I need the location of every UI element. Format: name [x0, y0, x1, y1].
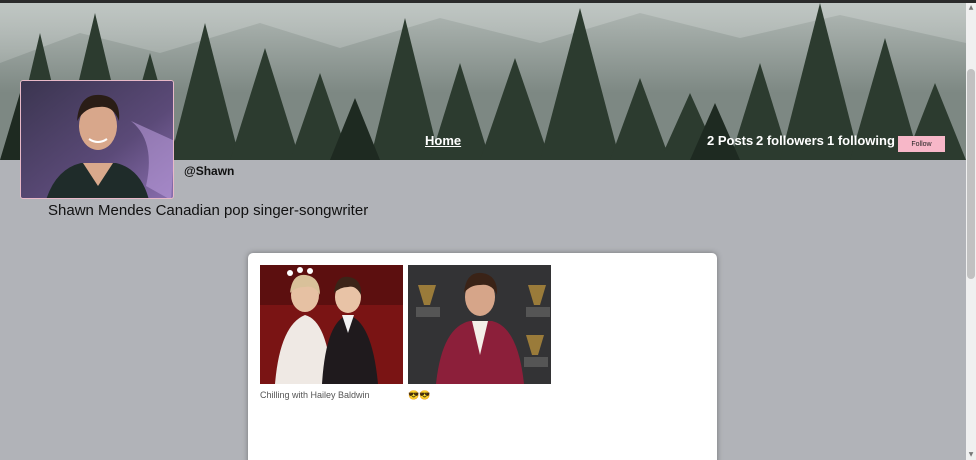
followers-count[interactable]: 2 followers: [756, 133, 824, 148]
following-count[interactable]: 1 following: [827, 133, 895, 148]
nav-home-link[interactable]: Home: [425, 133, 461, 148]
page-scrollbar[interactable]: ▲ ▼: [966, 3, 976, 460]
profile-avatar: [20, 80, 174, 199]
profile-page: Home 2 Posts 2 followers 1 following Fol…: [0, 0, 976, 460]
scrollbar-thumb[interactable]: [967, 69, 975, 279]
post-item[interactable]: Chilling with Hailey Baldwin: [260, 265, 403, 400]
post-image[interactable]: [408, 265, 551, 384]
posts-card: Chilling with Hailey Baldwin 😎😎: [248, 253, 717, 460]
post-item[interactable]: 😎😎: [408, 265, 551, 401]
post-caption: 😎😎: [408, 390, 431, 400]
post-image[interactable]: [260, 265, 403, 384]
profile-bio: Shawn Mendes Canadian pop singer-songwri…: [48, 202, 369, 219]
scroll-up-arrow-icon[interactable]: ▲: [966, 3, 976, 13]
follow-button[interactable]: Follow: [898, 136, 945, 152]
profile-username: @Shawn: [184, 164, 235, 178]
posts-count: 2 Posts: [707, 133, 754, 148]
scroll-down-arrow-icon[interactable]: ▼: [966, 450, 976, 460]
post-caption: Chilling with Hailey Baldwin: [260, 390, 370, 400]
